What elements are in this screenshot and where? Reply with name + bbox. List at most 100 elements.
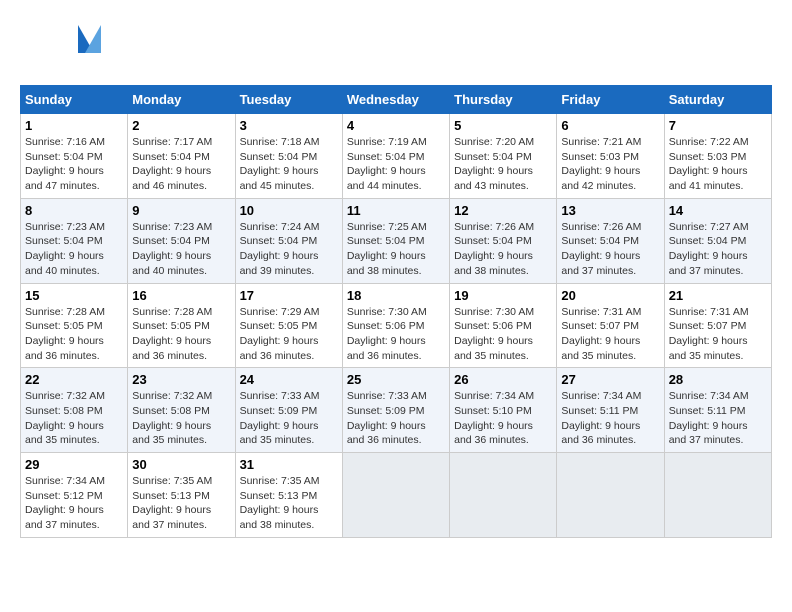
day-number: 10: [240, 203, 338, 218]
calendar-cell: 20 Sunrise: 7:31 AMSunset: 5:07 PMDayligh…: [557, 283, 664, 368]
day-info: Sunrise: 7:29 AMSunset: 5:05 PMDaylight:…: [240, 305, 338, 364]
day-number: 26: [454, 372, 552, 387]
day-number: 31: [240, 457, 338, 472]
day-number: 5: [454, 118, 552, 133]
calendar-cell: 14 Sunrise: 7:27 AMSunset: 5:04 PMDayligh…: [664, 198, 771, 283]
calendar-cell: 13 Sunrise: 7:26 AMSunset: 5:04 PMDayligh…: [557, 198, 664, 283]
calendar-cell: 17 Sunrise: 7:29 AMSunset: 5:05 PMDayligh…: [235, 283, 342, 368]
calendar-cell: 27 Sunrise: 7:34 AMSunset: 5:11 PMDayligh…: [557, 368, 664, 453]
day-number: 1: [25, 118, 123, 133]
calendar-cell: 24 Sunrise: 7:33 AMSunset: 5:09 PMDayligh…: [235, 368, 342, 453]
day-info: Sunrise: 7:33 AMSunset: 5:09 PMDaylight:…: [240, 389, 338, 448]
day-number: 17: [240, 288, 338, 303]
day-number: 28: [669, 372, 767, 387]
day-info: Sunrise: 7:35 AMSunset: 5:13 PMDaylight:…: [240, 474, 338, 533]
day-info: Sunrise: 7:20 AMSunset: 5:04 PMDaylight:…: [454, 135, 552, 194]
day-info: Sunrise: 7:23 AMSunset: 5:04 PMDaylight:…: [25, 220, 123, 279]
day-number: 12: [454, 203, 552, 218]
calendar-cell: 22 Sunrise: 7:32 AMSunset: 5:08 PMDayligh…: [21, 368, 128, 453]
day-number: 6: [561, 118, 659, 133]
day-number: 15: [25, 288, 123, 303]
day-info: Sunrise: 7:25 AMSunset: 5:04 PMDaylight:…: [347, 220, 445, 279]
calendar-cell: 31 Sunrise: 7:35 AMSunset: 5:13 PMDayligh…: [235, 453, 342, 538]
calendar-cell: 7 Sunrise: 7:22 AMSunset: 5:03 PMDaylight…: [664, 114, 771, 199]
day-number: 27: [561, 372, 659, 387]
day-info: Sunrise: 7:32 AMSunset: 5:08 PMDaylight:…: [25, 389, 123, 448]
day-number: 25: [347, 372, 445, 387]
day-number: 7: [669, 118, 767, 133]
day-info: Sunrise: 7:35 AMSunset: 5:13 PMDaylight:…: [132, 474, 230, 533]
day-info: Sunrise: 7:31 AMSunset: 5:07 PMDaylight:…: [561, 305, 659, 364]
calendar-cell: 19 Sunrise: 7:30 AMSunset: 5:06 PMDayligh…: [450, 283, 557, 368]
calendar-cell: 16Sunrise: 7:28 AMSunset: 5:05 PMDayligh…: [128, 283, 235, 368]
weekday-header-monday: Monday: [128, 86, 235, 114]
weekday-header-thursday: Thursday: [450, 86, 557, 114]
calendar-cell: 26 Sunrise: 7:34 AMSunset: 5:10 PMDayligh…: [450, 368, 557, 453]
day-info: Sunrise: 7:19 AMSunset: 5:04 PMDaylight:…: [347, 135, 445, 194]
calendar-cell: 9Sunrise: 7:23 AMSunset: 5:04 PMDaylight…: [128, 198, 235, 283]
calendar-cell: 6 Sunrise: 7:21 AMSunset: 5:03 PMDaylight…: [557, 114, 664, 199]
calendar-cell: [342, 453, 449, 538]
day-number: 24: [240, 372, 338, 387]
calendar-table: SundayMondayTuesdayWednesdayThursdayFrid…: [20, 85, 772, 538]
day-number: 3: [240, 118, 338, 133]
page-header: [20, 20, 772, 75]
day-info: Sunrise: 7:27 AMSunset: 5:04 PMDaylight:…: [669, 220, 767, 279]
weekday-header-wednesday: Wednesday: [342, 86, 449, 114]
day-info: Sunrise: 7:24 AMSunset: 5:04 PMDaylight:…: [240, 220, 338, 279]
calendar-week-3: 15 Sunrise: 7:28 AMSunset: 5:05 PMDayligh…: [21, 283, 772, 368]
day-info: Sunrise: 7:26 AMSunset: 5:04 PMDaylight:…: [561, 220, 659, 279]
day-number: 4: [347, 118, 445, 133]
calendar-header-row: SundayMondayTuesdayWednesdayThursdayFrid…: [21, 86, 772, 114]
day-info: Sunrise: 7:34 AMSunset: 5:11 PMDaylight:…: [669, 389, 767, 448]
calendar-cell: 12 Sunrise: 7:26 AMSunset: 5:04 PMDayligh…: [450, 198, 557, 283]
day-info: Sunrise: 7:17 AMSunset: 5:04 PMDaylight:…: [132, 135, 230, 194]
day-info: Sunrise: 7:34 AMSunset: 5:10 PMDaylight:…: [454, 389, 552, 448]
calendar-cell: 11 Sunrise: 7:25 AMSunset: 5:04 PMDayligh…: [342, 198, 449, 283]
day-info: Sunrise: 7:26 AMSunset: 5:04 PMDaylight:…: [454, 220, 552, 279]
day-number: 8: [25, 203, 123, 218]
day-info: Sunrise: 7:34 AMSunset: 5:11 PMDaylight:…: [561, 389, 659, 448]
calendar-week-2: 8 Sunrise: 7:23 AMSunset: 5:04 PMDaylight…: [21, 198, 772, 283]
calendar-cell: 10 Sunrise: 7:24 AMSunset: 5:04 PMDayligh…: [235, 198, 342, 283]
day-number: 14: [669, 203, 767, 218]
calendar-cell: 18Sunrise: 7:30 AMSunset: 5:06 PMDayligh…: [342, 283, 449, 368]
calendar-cell: 8 Sunrise: 7:23 AMSunset: 5:04 PMDaylight…: [21, 198, 128, 283]
calendar-cell: 21 Sunrise: 7:31 AMSunset: 5:07 PMDayligh…: [664, 283, 771, 368]
calendar-cell: 5 Sunrise: 7:20 AMSunset: 5:04 PMDaylight…: [450, 114, 557, 199]
day-info: Sunrise: 7:33 AMSunset: 5:09 PMDaylight:…: [347, 389, 445, 448]
day-number: 29: [25, 457, 123, 472]
day-info: Sunrise: 7:28 AMSunset: 5:05 PMDaylight:…: [25, 305, 123, 364]
day-number: 22: [25, 372, 123, 387]
day-number: 21: [669, 288, 767, 303]
day-info: Sunrise: 7:21 AMSunset: 5:03 PMDaylight:…: [561, 135, 659, 194]
day-number: 2: [132, 118, 230, 133]
calendar-cell: 3Sunrise: 7:18 AMSunset: 5:04 PMDaylight…: [235, 114, 342, 199]
calendar-cell: 23 Sunrise: 7:32 AMSunset: 5:08 PMDayligh…: [128, 368, 235, 453]
weekday-header-tuesday: Tuesday: [235, 86, 342, 114]
logo: [20, 20, 110, 75]
calendar-cell: [450, 453, 557, 538]
calendar-cell: 29Sunrise: 7:34 AMSunset: 5:12 PMDayligh…: [21, 453, 128, 538]
day-info: Sunrise: 7:31 AMSunset: 5:07 PMDaylight:…: [669, 305, 767, 364]
day-info: Sunrise: 7:30 AMSunset: 5:06 PMDaylight:…: [454, 305, 552, 364]
day-number: 11: [347, 203, 445, 218]
calendar-cell: 15 Sunrise: 7:28 AMSunset: 5:05 PMDayligh…: [21, 283, 128, 368]
day-number: 19: [454, 288, 552, 303]
calendar-cell: 4 Sunrise: 7:19 AMSunset: 5:04 PMDaylight…: [342, 114, 449, 199]
day-info: Sunrise: 7:30 AMSunset: 5:06 PMDaylight:…: [347, 305, 445, 364]
day-number: 9: [132, 203, 230, 218]
weekday-header-friday: Friday: [557, 86, 664, 114]
day-number: 23: [132, 372, 230, 387]
calendar-cell: 25 Sunrise: 7:33 AMSunset: 5:09 PMDayligh…: [342, 368, 449, 453]
calendar-cell: 28 Sunrise: 7:34 AMSunset: 5:11 PMDayligh…: [664, 368, 771, 453]
day-info: Sunrise: 7:16 AMSunset: 5:04 PMDaylight:…: [25, 135, 123, 194]
day-info: Sunrise: 7:32 AMSunset: 5:08 PMDaylight:…: [132, 389, 230, 448]
calendar-cell: 1 Sunrise: 7:16 AMSunset: 5:04 PMDaylight…: [21, 114, 128, 199]
calendar-cell: 30Sunrise: 7:35 AMSunset: 5:13 PMDayligh…: [128, 453, 235, 538]
day-number: 20: [561, 288, 659, 303]
day-info: Sunrise: 7:22 AMSunset: 5:03 PMDaylight:…: [669, 135, 767, 194]
calendar-cell: [664, 453, 771, 538]
weekday-header-saturday: Saturday: [664, 86, 771, 114]
day-number: 13: [561, 203, 659, 218]
